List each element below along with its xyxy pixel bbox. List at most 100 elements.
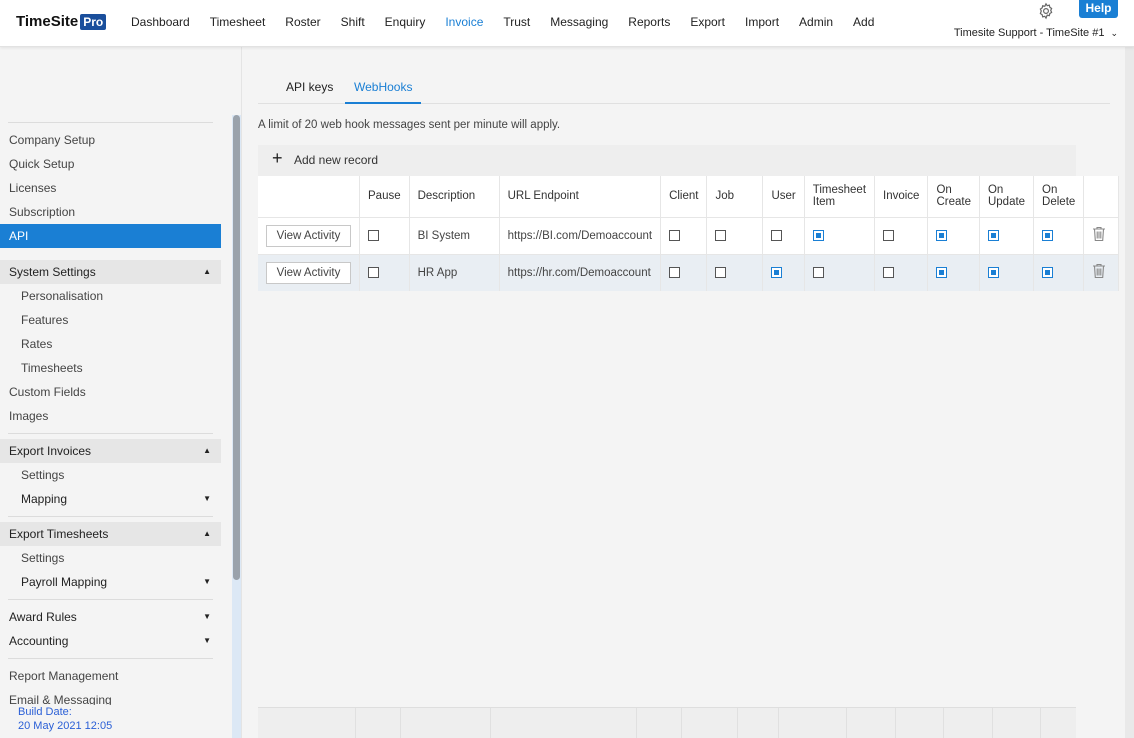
sidebar-item-quick-setup[interactable]: Quick Setup (0, 152, 221, 176)
timesite-logo[interactable]: TimeSite Pro (16, 13, 107, 30)
column-header-invoice[interactable]: Invoice (874, 176, 929, 217)
sidebar-item-licenses[interactable]: Licenses (0, 176, 221, 200)
account-selector[interactable]: Timesite Support - TimeSite #1 ⌄ (954, 27, 1118, 39)
main-nav: Dashboard Timesheet Roster Shift Enquiry… (121, 15, 884, 29)
client-cell (660, 216, 708, 254)
nav-invoice[interactable]: Invoice (445, 15, 483, 29)
nav-enquiry[interactable]: Enquiry (385, 15, 426, 29)
sidebar-group-label: System Settings (9, 265, 96, 279)
sidebar-scrollbar-thumb[interactable] (233, 115, 240, 580)
sidebar-item-invoice-settings[interactable]: Settings (0, 463, 221, 487)
on-create-checkbox[interactable] (936, 267, 948, 279)
page-scrollbar[interactable] (1125, 47, 1134, 738)
column-header-timesheet-item[interactable]: Timesheet Item (804, 176, 876, 217)
sidebar-item-custom-fields[interactable]: Custom Fields (0, 380, 221, 404)
on-update-checkbox[interactable] (987, 229, 999, 241)
on-update-checkbox[interactable] (987, 267, 999, 279)
help-button[interactable]: Help (1079, 0, 1118, 18)
client-checkbox[interactable] (669, 229, 681, 241)
description-cell[interactable]: BI System (409, 216, 500, 254)
trash-icon[interactable] (1092, 263, 1106, 279)
footer-divider (846, 708, 847, 738)
nav-export[interactable]: Export (690, 15, 725, 29)
sidebar-divider (8, 599, 213, 600)
tab-webhooks[interactable]: WebHooks (345, 80, 422, 104)
nav-roster[interactable]: Roster (285, 15, 320, 29)
nav-import[interactable]: Import (745, 15, 779, 29)
sidebar-group-label: Export Invoices (9, 444, 92, 458)
triangle-down-icon: ▼ (203, 612, 211, 621)
on-create-checkbox[interactable] (936, 229, 948, 241)
column-header-on-update[interactable]: On Update (979, 176, 1035, 217)
view-activity-button[interactable]: View Activity (266, 261, 351, 284)
sidebar-item-accounting[interactable]: Accounting ▼ (0, 629, 221, 653)
sidebar-item-award-rules[interactable]: Award Rules ▼ (0, 605, 221, 629)
view-activity-button[interactable]: View Activity (266, 224, 351, 247)
pause-checkbox[interactable] (368, 267, 379, 279)
footer-divider (778, 708, 779, 738)
nav-messaging[interactable]: Messaging (550, 15, 608, 29)
job-checkbox[interactable] (715, 267, 727, 279)
column-header-url-endpoint[interactable]: URL Endpoint (499, 176, 662, 217)
on-delete-checkbox[interactable] (1042, 267, 1054, 279)
sidebar-item-timesheet-settings[interactable]: Settings (0, 546, 221, 570)
column-header-pause[interactable]: Pause (359, 176, 410, 217)
sidebar-group-export-timesheets[interactable]: Export Timesheets ▲ (0, 522, 221, 546)
column-header-description[interactable]: Description (409, 176, 500, 217)
sidebar-group-export-invoices[interactable]: Export Invoices ▲ (0, 439, 221, 463)
user-checkbox[interactable] (771, 267, 783, 279)
timesheet-item-checkbox[interactable] (812, 229, 824, 241)
invoice-checkbox[interactable] (883, 229, 895, 241)
sidebar-item-api[interactable]: API (0, 224, 221, 248)
pause-checkbox[interactable] (368, 229, 379, 241)
sidebar-divider (8, 433, 213, 434)
sidebar-item-payroll-mapping[interactable]: Payroll Mapping ▼ (0, 570, 221, 594)
sidebar-item-images[interactable]: Images (0, 404, 221, 428)
invoice-checkbox[interactable] (883, 267, 895, 279)
invoice-cell (874, 253, 929, 291)
tab-bar: API keys WebHooks (258, 73, 1110, 104)
column-header-on-delete[interactable]: On Delete (1033, 176, 1085, 217)
sidebar-divider (8, 516, 213, 517)
column-header-job[interactable]: Job (706, 176, 764, 217)
pause-cell (359, 253, 410, 291)
timesheet-item-checkbox[interactable] (812, 267, 824, 279)
column-header-on-create[interactable]: On Create (927, 176, 980, 217)
user-cell (762, 216, 805, 254)
nav-dashboard[interactable]: Dashboard (131, 15, 190, 29)
nav-reports[interactable]: Reports (628, 15, 670, 29)
url-endpoint-cell[interactable]: https://BI.com/Demoaccount (499, 216, 662, 254)
footer-divider (992, 708, 993, 738)
gear-icon[interactable] (1037, 2, 1055, 20)
url-endpoint-cell[interactable]: https://hr.com/Demoaccount (499, 253, 662, 291)
tab-api-keys[interactable]: API keys (286, 80, 333, 104)
sidebar-item-features[interactable]: Features (0, 308, 221, 332)
sidebar-item-timesheets[interactable]: Timesheets (0, 356, 221, 380)
build-info: Build Date: 20 May 2021 12:05 (18, 705, 232, 733)
column-header-client[interactable]: Client (660, 176, 708, 217)
sidebar-item-personalisation[interactable]: Personalisation (0, 284, 221, 308)
nav-admin[interactable]: Admin (799, 15, 833, 29)
nav-trust[interactable]: Trust (503, 15, 530, 29)
user-checkbox[interactable] (771, 229, 783, 241)
sidebar-item-mapping[interactable]: Mapping ▼ (0, 487, 221, 511)
nav-timesheet[interactable]: Timesheet (210, 15, 266, 29)
on-delete-checkbox[interactable] (1042, 229, 1054, 241)
client-cell (660, 253, 708, 291)
sidebar-item-rates[interactable]: Rates (0, 332, 221, 356)
nav-shift[interactable]: Shift (341, 15, 365, 29)
sidebar-item-subscription[interactable]: Subscription (0, 200, 221, 224)
table-row: View Activity HR App https://hr.com/Demo… (258, 253, 1120, 291)
sidebar-item-company-setup[interactable]: Company Setup (0, 128, 221, 152)
client-checkbox[interactable] (669, 267, 681, 279)
trash-icon[interactable] (1092, 226, 1106, 242)
add-new-record-button[interactable]: + Add new record (258, 145, 1076, 176)
sidebar-group-system-settings[interactable]: System Settings ▲ (0, 260, 221, 284)
nav-add[interactable]: Add (853, 15, 874, 29)
sidebar-item-label: Award Rules (9, 610, 77, 624)
description-cell[interactable]: HR App (409, 253, 500, 291)
sidebar-item-report-management[interactable]: Report Management (0, 664, 221, 688)
job-checkbox[interactable] (715, 229, 727, 241)
on-create-cell (927, 253, 980, 291)
column-header-user[interactable]: User (762, 176, 805, 217)
